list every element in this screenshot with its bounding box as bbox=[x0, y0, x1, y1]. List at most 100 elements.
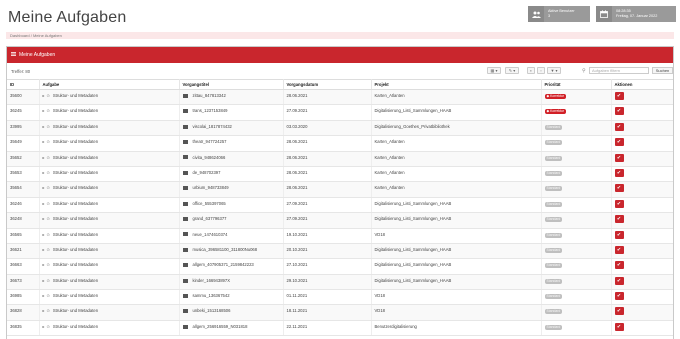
cell-task[interactable]: ▸ ⊙ Struktur- und Metadaten bbox=[39, 304, 180, 321]
expand-caret-icon[interactable]: ▸ bbox=[43, 93, 45, 98]
cell-task[interactable]: ▸ ⊙ Struktur- und Metadaten bbox=[39, 243, 180, 260]
expand-caret-icon[interactable]: ▸ bbox=[43, 108, 45, 113]
accept-task-button[interactable]: ✔ bbox=[614, 107, 624, 116]
task-label[interactable]: Struktur- und Metadaten bbox=[53, 308, 98, 313]
cell-task[interactable]: ▸ ⊙ Struktur- und Metadaten bbox=[39, 89, 180, 106]
task-label[interactable]: Struktur- und Metadaten bbox=[53, 232, 98, 237]
task-label[interactable]: Struktur- und Metadaten bbox=[53, 293, 98, 298]
cell-task[interactable]: ▸ ⊙ Struktur- und Metadaten bbox=[39, 289, 180, 306]
task-label[interactable]: Struktur- und Metadaten bbox=[53, 108, 98, 113]
cell-id: 35649 bbox=[7, 135, 40, 152]
cell-task[interactable]: ▸ ⊙ Struktur- und Metadaten bbox=[39, 104, 180, 121]
task-label[interactable]: Struktur- und Metadaten bbox=[53, 201, 98, 206]
cell-task[interactable]: ▸ ⊙ Struktur- und Metadaten bbox=[39, 212, 180, 229]
cell-id: 36828 bbox=[7, 304, 40, 321]
cell-task[interactable]: ▸ ⊙ Struktur- und Metadaten bbox=[39, 166, 180, 183]
accept-task-button[interactable]: ✔ bbox=[614, 292, 624, 301]
cell-priority: Standard bbox=[541, 120, 612, 137]
accept-task-button[interactable]: ✔ bbox=[614, 322, 624, 331]
expand-caret-icon[interactable]: ▸ bbox=[43, 216, 45, 221]
expand-caret-icon[interactable]: ▸ bbox=[43, 308, 45, 313]
breadcrumb-dashboard[interactable]: Dashboard bbox=[10, 33, 30, 38]
users-icon bbox=[528, 6, 544, 22]
expand-caret-icon[interactable]: ▸ bbox=[43, 278, 45, 283]
column-chooser-button[interactable]: ▦ ▾ bbox=[487, 67, 501, 74]
expand-caret-icon[interactable]: ▸ bbox=[43, 232, 45, 237]
col-header-id[interactable]: ID bbox=[7, 79, 40, 90]
cell-date: 27.09.2021 bbox=[283, 212, 372, 229]
task-label[interactable]: Struktur- und Metadaten bbox=[53, 262, 98, 267]
priority-label: Standard bbox=[546, 263, 561, 268]
task-label[interactable]: Struktur- und Metadaten bbox=[53, 278, 98, 283]
accept-task-button[interactable]: ✔ bbox=[614, 168, 624, 177]
title-label: zittau_847813342 bbox=[192, 93, 226, 98]
col-header-title[interactable]: Vorgangstitel bbox=[179, 79, 284, 90]
cell-priority: Standard bbox=[541, 181, 612, 198]
expand-caret-icon[interactable]: ▸ bbox=[43, 170, 45, 175]
search-icon: ⚲ bbox=[582, 68, 586, 74]
task-label[interactable]: Struktur- und Metadaten bbox=[53, 93, 98, 98]
task-label[interactable]: Struktur- und Metadaten bbox=[53, 155, 98, 160]
cell-task[interactable]: ▸ ⊙ Struktur- und Metadaten bbox=[39, 320, 180, 337]
expand-caret-icon[interactable]: ▸ bbox=[43, 324, 45, 329]
expand-caret-icon[interactable]: ▸ bbox=[43, 201, 45, 206]
col-header-date[interactable]: Vorgangsdatum bbox=[283, 79, 372, 90]
tools-button[interactable]: ✎ ▾ bbox=[505, 67, 519, 74]
delete-button[interactable]: ▪ bbox=[527, 67, 535, 74]
expand-caret-icon[interactable]: ▸ bbox=[43, 155, 45, 160]
checkmark-icon: ✔ bbox=[616, 139, 622, 146]
task-label[interactable]: Struktur- und Metadaten bbox=[53, 139, 98, 144]
accept-task-button[interactable]: ✔ bbox=[614, 261, 624, 270]
cell-task[interactable]: ▸ ⊙ Struktur- und Metadaten bbox=[39, 258, 180, 275]
task-label[interactable]: Struktur- und Metadaten bbox=[53, 247, 98, 252]
col-header-project[interactable]: Projekt bbox=[371, 79, 542, 90]
cell-task[interactable]: ▸ ⊙ Struktur- und Metadaten bbox=[39, 135, 180, 152]
expand-caret-icon[interactable]: ▸ bbox=[43, 139, 45, 144]
expand-caret-icon[interactable]: ▸ bbox=[43, 185, 45, 190]
title-label: unbeki_1513168506 bbox=[192, 308, 231, 314]
cell-title: unbeki_1513168506 bbox=[179, 304, 284, 321]
priority-badge: Standard bbox=[544, 278, 563, 284]
cell-project: Digitalisierung_Goethes_Privatbibliothek bbox=[371, 120, 542, 137]
cell-project: Digitalisierung_Listi_Sammlungen_HAAB bbox=[371, 243, 542, 260]
lock-icon: ⊙ bbox=[46, 154, 50, 160]
accept-task-button[interactable]: ✔ bbox=[614, 276, 624, 285]
cell-project: Benutzerdigitalisierung bbox=[371, 320, 542, 337]
expand-caret-icon[interactable]: ▸ bbox=[43, 247, 45, 252]
accept-task-button[interactable]: ✔ bbox=[614, 92, 624, 100]
filter-button[interactable]: ▼ ▾ bbox=[547, 67, 561, 74]
task-label[interactable]: Struktur- und Metadaten bbox=[53, 170, 98, 175]
cell-task[interactable]: ▸ ⊙ Struktur- und Metadaten bbox=[39, 181, 180, 198]
save-button[interactable]: ▫ bbox=[537, 67, 545, 74]
accept-task-button[interactable]: ✔ bbox=[614, 230, 624, 239]
accept-task-button[interactable]: ✔ bbox=[614, 122, 624, 131]
accept-task-button[interactable]: ✔ bbox=[614, 307, 624, 316]
search-button[interactable]: Suchen bbox=[652, 67, 673, 74]
col-header-priority[interactable]: Priorität bbox=[541, 79, 612, 90]
cell-id: 35600 bbox=[7, 89, 40, 106]
accept-task-button[interactable]: ✔ bbox=[614, 153, 624, 162]
task-label[interactable]: Struktur- und Metadaten bbox=[53, 124, 98, 129]
expand-caret-icon[interactable]: ▸ bbox=[43, 293, 45, 298]
cell-priority: ◆ Korrektur bbox=[541, 89, 612, 106]
cell-task[interactable]: ▸ ⊙ Struktur- und Metadaten bbox=[39, 151, 180, 167]
accept-task-button[interactable]: ✔ bbox=[614, 138, 624, 147]
search-input[interactable] bbox=[589, 67, 649, 74]
cell-task[interactable]: ▸ ⊙ Struktur- und Metadaten bbox=[39, 228, 180, 244]
cell-task[interactable]: ▸ ⊙ Struktur- und Metadaten bbox=[39, 274, 180, 291]
cell-task[interactable]: ▸ ⊙ Struktur- und Metadaten bbox=[39, 120, 180, 137]
col-header-task[interactable]: Aufgabe bbox=[39, 79, 180, 90]
task-label[interactable]: Struktur- und Metadaten bbox=[53, 185, 98, 190]
accept-task-button[interactable]: ✔ bbox=[614, 245, 624, 254]
expand-caret-icon[interactable]: ▸ bbox=[43, 262, 45, 267]
accept-task-button[interactable]: ✔ bbox=[614, 184, 624, 193]
task-label[interactable]: Struktur- und Metadaten bbox=[53, 216, 98, 221]
cell-task[interactable]: ▸ ⊙ Struktur- und Metadaten bbox=[39, 197, 180, 214]
active-users-box: Aktive Benutzer 3 bbox=[528, 6, 590, 22]
accept-task-button[interactable]: ✔ bbox=[614, 215, 624, 224]
checkmark-icon: ✔ bbox=[616, 262, 622, 269]
expand-caret-icon[interactable]: ▸ bbox=[43, 124, 45, 129]
task-label[interactable]: Struktur- und Metadaten bbox=[53, 324, 98, 329]
cell-title: neue_1474610374 bbox=[179, 228, 284, 244]
accept-task-button[interactable]: ✔ bbox=[614, 199, 624, 208]
